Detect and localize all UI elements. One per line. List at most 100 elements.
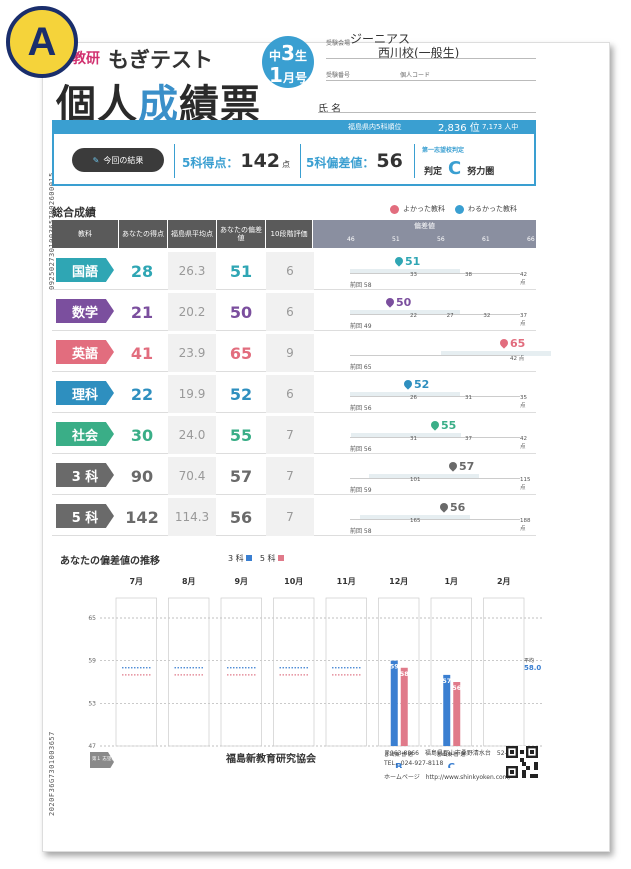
legend: よかった教科 わるかった教科: [390, 204, 517, 214]
your-score: 41: [130, 343, 154, 363]
table-row: 社会 30 24.0 55 7 55 31 37 42 点前回 56: [52, 416, 536, 454]
deviation-scale: 46 51 56 61 66: [347, 236, 535, 246]
your-deviation: 52: [229, 384, 253, 404]
subject-label: 英語: [56, 340, 114, 364]
month-label: 7月: [129, 577, 143, 586]
deviation-marker: 51: [393, 255, 420, 268]
your-score: 90: [130, 466, 154, 486]
bar-3: [390, 660, 398, 746]
pin-icon: [498, 337, 510, 349]
divider: [300, 144, 301, 178]
table-row: 国語 28 26.3 51 6 51 33 38 42 点前回 58: [52, 252, 536, 290]
pin-icon: [384, 296, 396, 308]
result-button[interactable]: ✎ 今回の結果: [72, 148, 164, 172]
pref-average: 23.9: [178, 346, 206, 360]
judge-label: C: [448, 762, 455, 768]
subject-label: 社会: [56, 422, 114, 446]
y-tick: 59: [88, 658, 96, 665]
your-score: 28: [130, 261, 154, 281]
bar-5: [400, 667, 408, 746]
deviation-marker: 52: [402, 378, 429, 391]
phone: TEL．024-927-8118: [384, 760, 444, 767]
previous-deviation: 前回 59: [350, 487, 372, 494]
divider: [174, 144, 175, 178]
your-score: 142: [125, 507, 159, 527]
your-score: 21: [130, 302, 154, 322]
divider: [414, 144, 415, 178]
section-badge: A: [6, 6, 78, 78]
subject-label: 5 科: [56, 504, 114, 528]
month-column: [168, 597, 210, 747]
total-score: 5科得点： 142 点: [182, 150, 291, 172]
trend-chart: 655953477月 8月 9月 10月 11月 12月 1月 2月59585756平均58.…: [88, 577, 542, 768]
rank-total: 7,173 人中: [482, 123, 519, 131]
total-deviation: 5科偏差値： 56: [306, 150, 403, 172]
divider: [318, 112, 536, 113]
exam-number-label: 受験番号: [326, 72, 351, 79]
month-column: [115, 597, 157, 747]
score-tick: 37: [465, 436, 472, 442]
pref-average: 26.3: [178, 264, 206, 278]
month-label: 10月: [284, 577, 303, 586]
section-title: 総合成績: [52, 206, 96, 219]
header-grade10: 10段階評価: [266, 220, 312, 248]
previous-deviation: 前回 49: [350, 323, 372, 330]
divider: [326, 80, 536, 81]
deviation-plot: 56 165 188 点前回 58: [350, 498, 531, 536]
month-label: 11月: [337, 577, 356, 586]
venue-label: 受験会場: [326, 40, 351, 47]
deviation-marker: 55: [429, 419, 456, 432]
test-name: もぎテスト: [108, 48, 213, 72]
pref-average: 24.0: [178, 428, 206, 442]
divider: [326, 58, 536, 59]
subject-label: 国語: [56, 258, 114, 282]
previous-deviation: 前回 56: [350, 405, 372, 412]
pref-average: 114.3: [174, 510, 210, 524]
previous-deviation: 前回 56: [350, 446, 372, 453]
deviation-marker: 56: [438, 501, 465, 514]
rank-value: 2,836 位: [438, 123, 480, 134]
bar-label: 57: [442, 677, 451, 685]
score-tick: 42 点: [510, 356, 525, 362]
score-tick: 33: [410, 272, 417, 278]
bar-label: 58: [400, 670, 410, 678]
header-subject: 教科: [52, 220, 118, 248]
month-label: 1月: [444, 577, 458, 586]
score-tick: 26: [410, 395, 417, 401]
first-choice-label: 第一志望校判定: [422, 147, 465, 154]
judgement: 判定 C 努力圏: [424, 158, 495, 179]
good-subject-icon: [390, 204, 399, 214]
pin-icon: [393, 255, 405, 267]
your-deviation: 56: [229, 507, 253, 527]
deviation-plot: 50 22 27 32 37 点前回 49: [350, 293, 530, 331]
subject-label: 数学: [56, 299, 114, 323]
grade-10: 9: [286, 346, 294, 360]
bar-3: [443, 674, 451, 746]
pref-average: 20.2: [178, 305, 206, 319]
score-tick: 37 点: [520, 313, 527, 327]
grade-month-badge: 中3生 1月号: [262, 36, 314, 88]
organization-name: 福島新教育研究協会: [226, 754, 316, 765]
header-pref-avg: 福島県平均点: [168, 220, 216, 248]
series-5-icon: [278, 555, 285, 561]
deviation-plot: 57 101 115 点前回 59: [350, 457, 531, 495]
month-label: 9月: [234, 577, 248, 586]
month-label: 2月: [497, 577, 511, 586]
score-tick: 32: [483, 313, 491, 319]
pin-icon: [402, 378, 414, 390]
bad-subject-icon: [455, 204, 464, 214]
score-tick: 35 点: [520, 395, 527, 409]
month-label: 8月: [182, 577, 196, 586]
grade-10: 6: [286, 387, 294, 401]
series-3-icon: [246, 555, 253, 561]
y-tick: 65: [88, 615, 96, 622]
trend-title: あなたの偏差値の推移: [60, 556, 160, 567]
your-deviation: 55: [229, 425, 253, 445]
your-deviation: 50: [229, 302, 253, 322]
deviation-marker: 50: [384, 296, 411, 309]
month-column: [325, 597, 367, 747]
header-your-dev: あなたの偏差値: [217, 220, 265, 248]
score-tick: 165: [410, 518, 421, 524]
y-tick: 47: [88, 743, 96, 750]
bar-label: 56: [452, 684, 462, 692]
